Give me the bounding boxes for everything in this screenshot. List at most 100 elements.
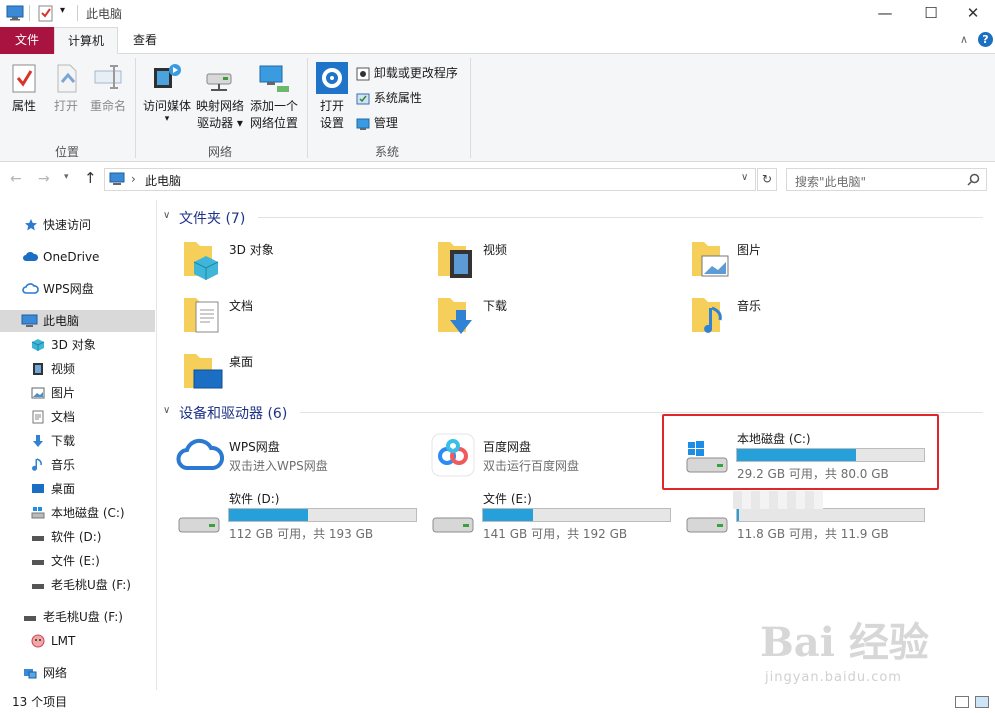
map-drive-label-2: 驱动器 ▾ [197,116,243,130]
device-title: WPS网盘 [229,440,280,454]
sidebar-item-wps[interactable]: WPS网盘 [0,278,155,300]
folder-download-icon [438,298,472,334]
sidebar-item-drive-e[interactable]: 文件 (E:) [0,550,155,572]
ribbon-separator [307,58,308,158]
open-settings-label-1: 打开 [319,99,344,113]
redacted-drive-name [733,491,823,509]
device-wps-cloud[interactable]: WPS网盘 双击进入WPS网盘 [176,430,416,480]
folder-3d-icon [184,242,219,280]
drive-d[interactable]: 软件 (D:) 112 GB 可用，共 193 GB [176,488,421,544]
quick-access-dropdown-icon[interactable]: ▾ [60,5,65,16]
section-divider [258,217,983,218]
manage-icon [356,118,370,130]
minimize-button[interactable]: — [862,0,908,27]
up-icon[interactable]: ↑ [84,169,97,187]
section-divider [300,412,983,413]
collapse-folders-icon[interactable]: ∨ [163,210,170,221]
rename-button[interactable]: 重命名 [88,62,128,115]
baidu-watermark: Bai 经验 [760,619,929,666]
device-subtitle: 双击进入WPS网盘 [229,459,328,473]
sidebar-item-documents[interactable]: 文档 [0,406,155,428]
recent-locations-icon[interactable]: ▾ [64,172,69,182]
rename-label: 重命名 [89,99,126,113]
sidebar-item-usb-f-root[interactable]: 老毛桃U盘 (F:) [0,606,155,628]
drive-info: 112 GB 可用，共 193 GB [229,527,374,541]
back-icon[interactable]: ← [10,171,22,187]
folder-3d-objects[interactable]: 3D 对象 [182,234,402,282]
group-label-system: 系统 [374,145,399,159]
sidebar-item-drive-c[interactable]: 本地磁盘 (C:) [0,502,155,524]
network-location-icon [259,65,289,92]
sidebar-item-lmt[interactable]: LMT [0,630,155,652]
sidebar-item-videos[interactable]: 视频 [0,358,155,380]
drive-usage-bar [482,508,671,522]
sidebar-item-usb-f[interactable]: 老毛桃U盘 (F:) [0,574,155,596]
tiles-view-icon[interactable] [975,696,989,708]
sidebar-item-pictures[interactable]: 图片 [0,382,155,404]
breadcrumb-this-pc[interactable]: 此电脑 [145,172,181,189]
add-network-location-button[interactable]: 添加一个 网络位置 [247,62,301,132]
help-icon[interactable]: ? [978,32,993,47]
open-button[interactable]: 打开 [48,62,84,115]
folder-music[interactable]: 音乐 [690,290,910,338]
folder-videos[interactable]: 视频 [436,234,656,282]
address-bar[interactable]: › 此电脑 ∨ [104,168,756,191]
open-settings-button[interactable]: 打开 设置 [313,62,351,132]
computer-icon [21,314,38,327]
forward-icon[interactable]: → [38,171,50,187]
usb-drive-icon [32,584,44,589]
address-dropdown-icon[interactable]: ∨ [741,172,748,183]
system-properties-button[interactable]: 系统属性 [356,90,422,106]
add-location-label-2: 网络位置 [249,116,298,130]
sidebar-item-onedrive[interactable]: OneDrive [0,246,155,268]
sidebar-item-3d-objects[interactable]: 3D 对象 [0,334,155,356]
drive-usage-fill [229,509,308,521]
sidebar-label: 3D 对象 [51,338,96,352]
folder-documents[interactable]: 文档 [182,290,402,338]
sidebar-item-network[interactable]: 网络 [0,662,155,684]
device-title: 百度网盘 [483,440,532,454]
drive-usage-fill [483,509,534,521]
usb-drive-icon [24,616,36,621]
uninstall-program-button[interactable]: 卸载或更改程序 [356,65,458,81]
sidebar-label: 软件 (D:) [51,530,102,544]
drive-e[interactable]: 文件 (E:) 141 GB 可用，共 192 GB [430,488,675,544]
sidebar-item-downloads[interactable]: 下载 [0,430,155,452]
manage-button[interactable]: 管理 [356,115,398,131]
tab-view[interactable]: 查看 [120,27,170,54]
refresh-icon[interactable]: ↻ [757,168,777,191]
properties-button[interactable]: 属性 [6,62,42,115]
device-subtitle: 双击运行百度网盘 [483,459,580,473]
sidebar-label: 下载 [51,434,76,448]
folders-heading[interactable]: 文件夹 (7) [179,208,245,228]
devices-heading[interactable]: 设备和驱动器 (6) [179,403,287,423]
sidebar-item-music[interactable]: 音乐 [0,454,155,476]
details-view-icon[interactable] [955,696,969,708]
sidebar-item-desktop[interactable]: 桌面 [0,478,155,500]
drive-icon [432,517,474,533]
map-network-drive-button[interactable]: 映射网络 驱动器 ▾ [195,62,245,132]
collapse-ribbon-icon[interactable]: ∧ [960,33,968,46]
maximize-button[interactable]: ☐ [908,0,954,27]
title-bar: ▾ 此电脑 — ☐ ✕ [0,0,995,27]
sidebar-item-quick-access[interactable]: 快速访问 [0,214,155,236]
folder-pictures[interactable]: 图片 [690,234,910,282]
network-icon [24,669,37,679]
search-icon[interactable] [967,173,980,186]
close-button[interactable]: ✕ [950,0,995,27]
access-media-button[interactable]: 访问媒体 ▾ [141,60,193,124]
folder-desktop[interactable]: 桌面 [182,346,402,394]
sidebar-item-this-pc[interactable]: 此电脑 [0,310,155,332]
collapse-devices-icon[interactable]: ∨ [163,405,170,416]
sidebar-label: 老毛桃U盘 (F:) [51,578,131,592]
lmt-logo-icon [31,634,45,648]
sidebar-item-drive-d[interactable]: 软件 (D:) [0,526,155,548]
document-icon [32,410,44,424]
tab-file[interactable]: 文件 [0,27,54,54]
folder-downloads[interactable]: 下载 [436,290,656,338]
properties-quick-icon[interactable] [38,4,54,22]
device-baidu-netdisk[interactable]: 百度网盘 双击运行百度网盘 [430,430,670,480]
search-box[interactable]: 搜索"此电脑" [786,168,987,191]
tab-computer[interactable]: 计算机 [54,27,118,54]
sidebar-label: LMT [51,634,76,648]
